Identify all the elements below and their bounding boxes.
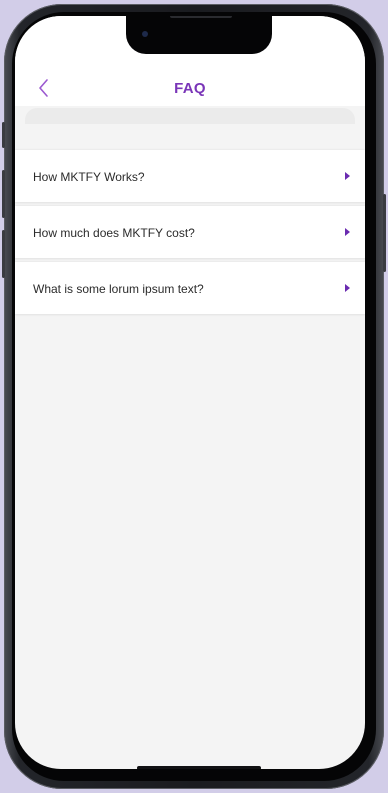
caret-right-icon <box>345 284 350 292</box>
page-title: FAQ <box>174 80 206 97</box>
speaker-grille <box>170 16 232 18</box>
volume-down-button <box>2 230 5 278</box>
search-area <box>15 108 365 150</box>
faq-question-label: What is some lorum ipsum text? <box>33 282 204 296</box>
faq-question-label: How MKTFY Works? <box>33 170 145 184</box>
search-bar-top <box>25 108 355 124</box>
home-indicator[interactable] <box>137 766 261 769</box>
faq-question-label: How much does MKTFY cost? <box>33 226 195 240</box>
power-button <box>383 194 386 272</box>
camera-icon <box>142 31 148 37</box>
caret-right-icon <box>345 172 350 180</box>
app-screen: FAQ How MKTFY Works? How much does MKTFY… <box>15 16 365 769</box>
faq-item-mktfy-cost[interactable]: How much does MKTFY cost? <box>15 206 365 258</box>
faq-item-how-mktfy-works[interactable]: How MKTFY Works? <box>15 150 365 202</box>
faq-list: How MKTFY Works? How much does MKTFY cos… <box>15 150 365 318</box>
phone-notch <box>126 16 272 54</box>
faq-item-lorum-ipsum[interactable]: What is some lorum ipsum text? <box>15 262 365 314</box>
action-button <box>2 122 5 148</box>
volume-up-button <box>2 170 5 218</box>
caret-right-icon <box>345 228 350 236</box>
